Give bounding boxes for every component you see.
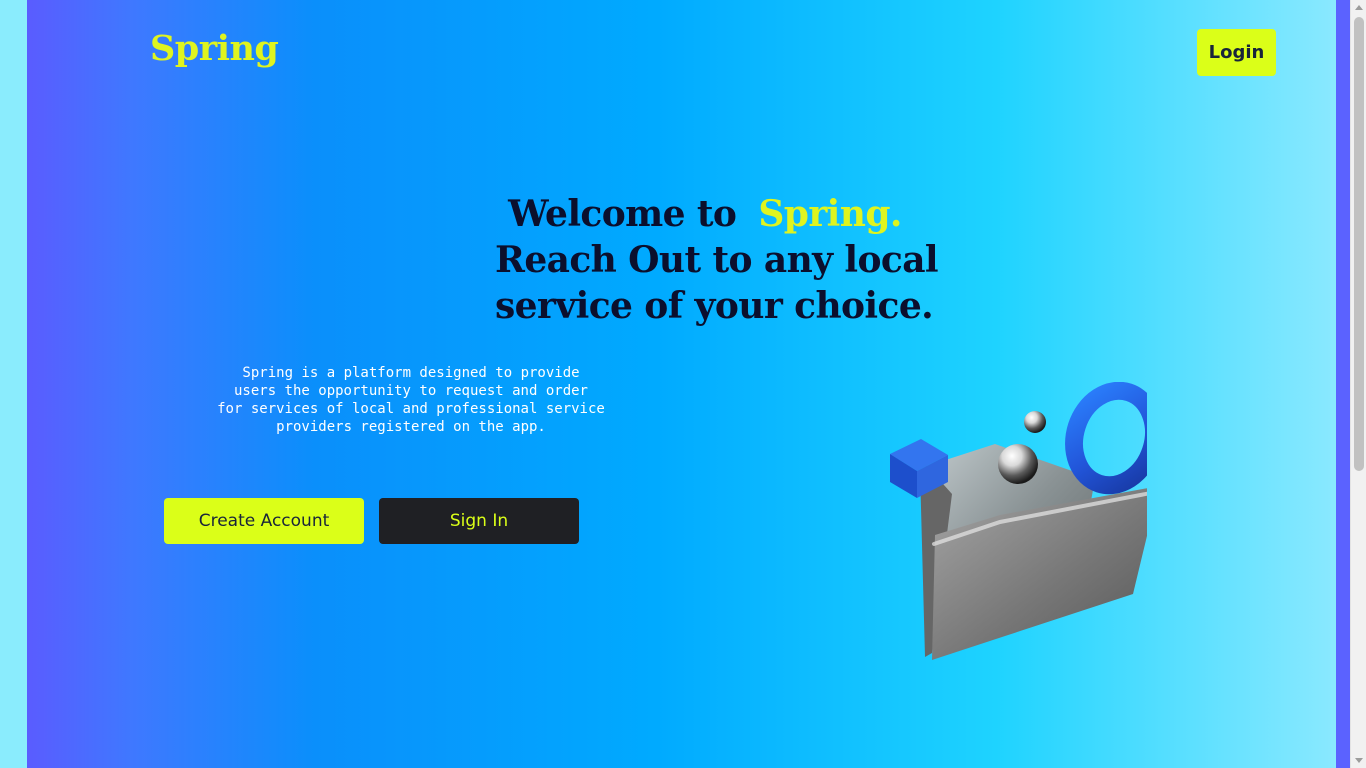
hero-line-2: Reach Out to any local bbox=[495, 239, 939, 282]
scroll-thumb[interactable] bbox=[1354, 17, 1364, 471]
login-button[interactable]: Login bbox=[1197, 29, 1276, 76]
spring-logo[interactable]: Spring bbox=[150, 28, 279, 69]
hero-line-3: service of your choice. bbox=[495, 285, 934, 328]
hero-title: Welcome to Spring. Reach Out to any local… bbox=[495, 191, 939, 329]
folder-icon bbox=[890, 382, 1147, 660]
hero-brand-highlight: Spring. bbox=[758, 193, 902, 236]
page-scrollbar[interactable] bbox=[1350, 0, 1366, 768]
description-line-1: Spring is a platform designed to provide bbox=[242, 365, 580, 381]
platform-description: Spring is a platform designed to provide… bbox=[186, 364, 636, 436]
right-edge-strip bbox=[1336, 0, 1350, 768]
landing-page: Spring Login Welcome to Spring. Reach Out… bbox=[27, 0, 1336, 768]
scroll-down-icon[interactable] bbox=[1355, 758, 1363, 763]
hero-line-1: Welcome to Spring. bbox=[495, 191, 915, 237]
description-line-3: for services of local and professional s… bbox=[217, 401, 605, 417]
scroll-up-icon[interactable] bbox=[1355, 5, 1363, 10]
create-account-button[interactable]: Create Account bbox=[164, 498, 364, 544]
description-line-4: providers registered on the app. bbox=[276, 419, 546, 435]
hero-prefix: Welcome to bbox=[508, 193, 737, 236]
description-line-2: users the opportunity to request and ord… bbox=[233, 383, 588, 399]
sign-in-button[interactable]: Sign In bbox=[379, 498, 579, 544]
